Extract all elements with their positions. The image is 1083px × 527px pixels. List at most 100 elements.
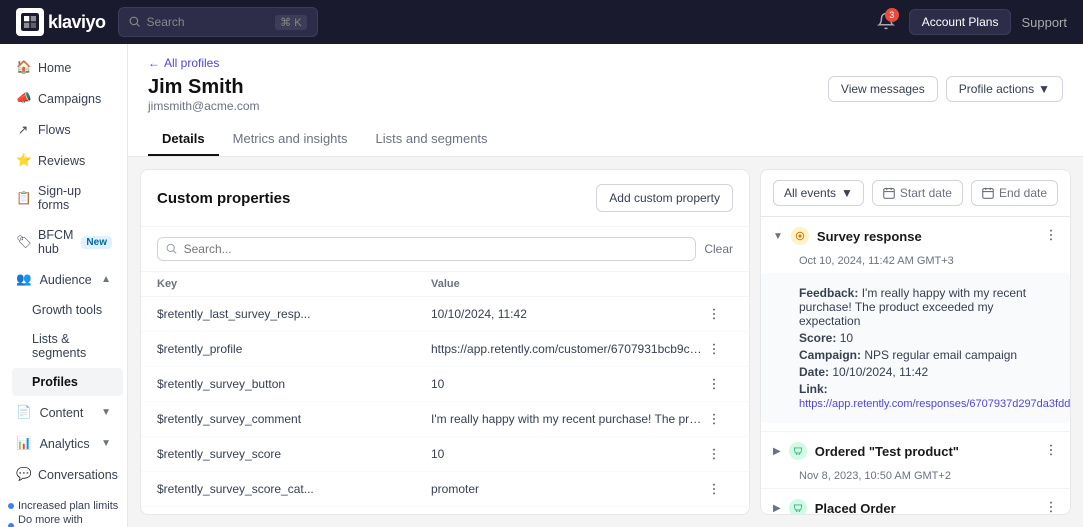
sidebar-item-campaigns[interactable]: 📣 Campaigns bbox=[4, 84, 123, 113]
sidebar-item-home[interactable]: 🏠 Home bbox=[4, 53, 123, 82]
header-actions: View messages Profile actions ▼ bbox=[828, 76, 1063, 102]
conversations-icon: 💬 bbox=[16, 467, 30, 482]
main-layout: 🏠 Home 📣 Campaigns ↗ Flows ⭐ Reviews 📋 S… bbox=[0, 44, 1083, 527]
table-row: $retently_survey_button 10 bbox=[141, 367, 749, 402]
cell-key: $retently_survey_button bbox=[157, 377, 431, 391]
custom-properties-panel: Custom properties Add custom property Cl… bbox=[140, 169, 750, 515]
bfcm-icon: 🏷 bbox=[16, 235, 30, 250]
search-field-icon bbox=[166, 243, 178, 255]
sidebar-item-growth-tools[interactable]: Growth tools bbox=[12, 296, 123, 324]
panel-header: Custom properties Add custom property bbox=[141, 170, 749, 227]
event-header-survey-response[interactable]: ▼ Survey response bbox=[761, 217, 1070, 255]
content-area: Custom properties Add custom property Cl… bbox=[128, 157, 1083, 527]
analytics-icon: 📊 bbox=[16, 436, 32, 451]
profile-title-row: ← All profiles Jim Smith jimsmith@acme.c… bbox=[148, 56, 1063, 121]
back-arrow-icon: ← bbox=[148, 56, 160, 70]
account-plans-button[interactable]: Account Plans bbox=[909, 9, 1012, 35]
sidebar-item-profiles[interactable]: Profiles bbox=[12, 368, 123, 396]
event-more-button[interactable] bbox=[1044, 500, 1058, 515]
calendar-start-icon bbox=[883, 187, 895, 199]
profile-name: Jim Smith bbox=[148, 76, 260, 99]
cell-key: $retently_survey_score_cat... bbox=[157, 482, 431, 496]
content-chevron-icon: ▼ bbox=[101, 407, 111, 418]
sidebar: 🏠 Home 📣 Campaigns ↗ Flows ⭐ Reviews 📋 S… bbox=[0, 44, 128, 527]
sidebar-item-reviews[interactable]: ⭐ Reviews bbox=[4, 146, 123, 175]
cell-value: 10/10/2024, 11:42 bbox=[431, 307, 705, 321]
row-more-button[interactable] bbox=[705, 480, 733, 498]
properties-table-header: Key Value bbox=[141, 272, 749, 297]
flows-icon: ↗ bbox=[16, 122, 30, 137]
cell-value: I'm really happy with my recent purchase… bbox=[431, 412, 705, 426]
clear-search-button[interactable]: Clear bbox=[704, 242, 733, 256]
properties-search-input[interactable] bbox=[184, 242, 688, 256]
home-icon: 🏠 bbox=[16, 60, 30, 75]
upgrade-item-2: Do more with Klaviyo AI bbox=[8, 514, 119, 527]
event-chevron-icon: ▼ bbox=[773, 231, 783, 242]
upgrade-section: Increased plan limits Do more with Klavi… bbox=[0, 490, 127, 527]
notification-badge: 3 bbox=[885, 8, 899, 22]
events-filter-row: All events ▼ Start date End date bbox=[761, 170, 1070, 217]
event-details-survey-response: Feedback: I'm really happy with my recen… bbox=[761, 273, 1070, 423]
table-row: Accepts Marketing false bbox=[141, 507, 749, 514]
row-more-button[interactable] bbox=[705, 340, 733, 358]
add-custom-property-button[interactable]: Add custom property bbox=[596, 184, 733, 212]
event-header-placed-order[interactable]: ▶ Placed Order bbox=[761, 489, 1070, 514]
panel-title: Custom properties bbox=[157, 190, 290, 207]
top-navigation: klaviyo Search ⌘ K 3 Account Plans Suppo… bbox=[0, 0, 1083, 44]
sidebar-section-analytics[interactable]: 📊 Analytics ▼ bbox=[4, 429, 123, 458]
cell-value: 10 bbox=[431, 447, 705, 461]
row-more-button[interactable] bbox=[705, 410, 733, 428]
row-more-button[interactable] bbox=[705, 375, 733, 393]
notification-button[interactable]: 3 bbox=[873, 8, 899, 37]
end-date-button[interactable]: End date bbox=[971, 180, 1058, 206]
sidebar-item-flows[interactable]: ↗ Flows bbox=[4, 115, 123, 144]
profile-actions-button[interactable]: Profile actions ▼ bbox=[946, 76, 1063, 102]
row-more-button[interactable] bbox=[705, 305, 733, 323]
sidebar-section-audience[interactable]: 👥 Audience ▲ bbox=[4, 265, 123, 294]
search-row: Clear bbox=[141, 227, 749, 272]
sidebar-item-signup-forms[interactable]: 📋 Sign-up forms bbox=[4, 177, 123, 219]
logo[interactable]: klaviyo bbox=[16, 8, 106, 36]
row-more-button[interactable] bbox=[705, 445, 733, 463]
cell-key: $retently_survey_score bbox=[157, 447, 431, 461]
tab-lists[interactable]: Lists and segments bbox=[362, 123, 502, 156]
tab-details[interactable]: Details bbox=[148, 123, 219, 156]
event-name: Survey response bbox=[817, 229, 1036, 244]
profile-email: jimsmith@acme.com bbox=[148, 99, 260, 113]
back-to-profiles-link[interactable]: ← All profiles bbox=[148, 56, 260, 70]
event-time: Oct 10, 2024, 11:42 AM GMT+3 bbox=[761, 255, 1070, 273]
main-content: ← All profiles Jim Smith jimsmith@acme.c… bbox=[128, 44, 1083, 527]
events-list: ▼ Survey response Oct 10, 2024, 11:42 AM… bbox=[761, 217, 1070, 514]
upgrade-items-list: Increased plan limits Do more with Klavi… bbox=[8, 500, 119, 527]
event-more-button[interactable] bbox=[1044, 443, 1058, 460]
logo-icon bbox=[16, 8, 44, 36]
properties-search-field[interactable] bbox=[157, 237, 696, 261]
event-chevron-icon: ▶ bbox=[773, 503, 781, 514]
event-group-survey-response: ▼ Survey response Oct 10, 2024, 11:42 AM… bbox=[761, 217, 1070, 432]
search-icon bbox=[129, 16, 141, 28]
sidebar-item-lists-segments[interactable]: Lists & segments bbox=[12, 325, 123, 367]
event-header-ordered-test-product[interactable]: ▶ Ordered "Test product" bbox=[761, 432, 1070, 470]
start-date-button[interactable]: Start date bbox=[872, 180, 963, 206]
audience-submenu: Growth tools Lists & segments Profiles bbox=[0, 295, 127, 397]
event-detail-link[interactable]: https://app.retently.com/responses/67079… bbox=[799, 398, 1070, 410]
table-row: $retently_survey_score_cat... promoter bbox=[141, 472, 749, 507]
events-filter-select[interactable]: All events ▼ bbox=[773, 180, 864, 206]
event-chevron-icon: ▶ bbox=[773, 446, 781, 457]
tab-metrics[interactable]: Metrics and insights bbox=[219, 123, 362, 156]
event-type-icon bbox=[789, 442, 807, 460]
table-row: $retently_survey_comment I'm really happ… bbox=[141, 402, 749, 437]
event-time: Nov 8, 2023, 10:50 AM GMT+2 bbox=[761, 470, 1070, 488]
event-type-icon bbox=[791, 227, 809, 245]
view-messages-button[interactable]: View messages bbox=[828, 76, 938, 102]
sidebar-item-bfcm-hub[interactable]: 🏷 BFCM hub New bbox=[4, 221, 123, 263]
sidebar-section-content[interactable]: 📄 Content ▼ bbox=[4, 398, 123, 427]
support-button[interactable]: Support bbox=[1021, 15, 1067, 30]
search-bar[interactable]: Search ⌘ K bbox=[118, 7, 318, 37]
cell-key: $retently_profile bbox=[157, 342, 431, 356]
event-more-button[interactable] bbox=[1044, 228, 1058, 245]
column-key-header: Key bbox=[157, 278, 431, 290]
sidebar-item-conversations[interactable]: 💬 Conversations bbox=[4, 460, 123, 489]
event-name: Placed Order bbox=[815, 501, 1036, 515]
content-icon: 📄 bbox=[16, 405, 32, 420]
